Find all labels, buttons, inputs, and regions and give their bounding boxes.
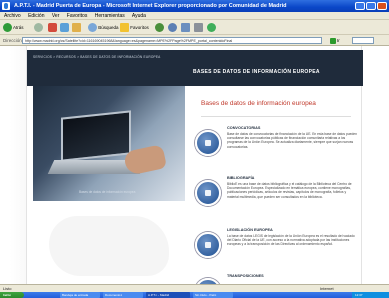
print-icon [194,23,203,32]
refresh-button[interactable] [60,23,69,32]
go-button[interactable]: Ir [330,36,346,45]
messenger-icon [207,23,216,32]
media-button[interactable] [155,23,164,32]
favorites-label: Favoritos [130,25,149,30]
entry-title[interactable]: BIBLIOGRAFÍA [227,176,357,181]
forward-arrow-icon [34,23,43,32]
menu-ver[interactable]: Ver [52,13,60,19]
entry-body: CONVOCATORIAS Base de datos de convocato… [227,126,357,149]
task-button[interactable]: Bandeja de entrada [60,292,100,298]
laptop-screen [61,110,131,162]
address-bar: Dirección http://www.madrid.org/cs/Satel… [0,35,389,46]
search-icon [88,23,97,32]
entry-text: La base de datos LEGIS de legislación de… [227,234,355,247]
back-arrow-icon [3,23,12,32]
address-input[interactable]: http://www.madrid.org/cs/Satellite?cid=1… [22,37,322,44]
taskbar: Inicio Bandeja de entrada Documento1 A.P… [0,292,389,298]
stop-icon [48,23,57,32]
toolbar: Atrás Búsqueda Favoritos [0,20,389,35]
menu-herramientas[interactable]: Herramientas [95,13,125,19]
hero-image: Bases de datos de información europea [33,86,185,201]
entry-title[interactable]: CONVOCATORIAS [227,126,357,131]
media-icon [155,23,164,32]
home-button[interactable] [72,23,81,32]
title-bar: A.P.T.I. - Madrid Puerta de Europa - Mic… [0,0,389,12]
header-title: BASES DE DATOS DE INFORMACIÓN EUROPEA [193,69,320,75]
convocatorias-icon[interactable] [195,130,221,156]
messenger-button[interactable] [207,23,216,32]
clock[interactable]: 12:37 [355,293,363,297]
task-button[interactable]: Documento1 [103,292,143,298]
back-button[interactable]: Atrás [3,23,24,32]
favorites-button[interactable]: Favoritos [120,23,149,32]
print-button[interactable] [194,23,203,32]
menu-favoritos[interactable]: Favoritos [67,13,88,19]
browser-window: A.P.T.I. - Madrid Puerta de Europa - Mic… [0,0,389,298]
ie-icon [2,2,10,10]
entry-text: BiblioE es una base de datos bibliográfi… [227,182,352,199]
entry-title[interactable]: LEGISLACIÓN EUROPEA [227,228,357,233]
home-icon [72,23,81,32]
back-label: Atrás [13,25,24,30]
minimize-button[interactable] [355,2,365,10]
title-divider [201,116,351,117]
menu-archivo[interactable]: Archivo [4,13,21,19]
entry-body: LEGISLACIÓN EUROPEA La base de datos LEG… [227,228,357,247]
site-header: SERVICIOS > RECURSOS > BASES DE DATOS DE… [27,50,363,86]
history-button[interactable] [168,23,177,32]
toolbar-search-input[interactable] [352,37,374,44]
maximize-button[interactable] [366,2,376,10]
forward-button[interactable] [34,23,43,32]
go-arrow-icon [330,37,336,44]
hero-caption: Bases de datos de información europea [79,190,136,194]
refresh-icon [60,23,69,32]
entry-body: BIBLIOGRAFÍA BiblioE es una base de dato… [227,176,357,199]
mail-button[interactable] [181,23,190,32]
legislacion-icon[interactable] [195,232,221,258]
system-tray: 12:37 [352,292,389,298]
go-label: Ir [337,38,340,43]
entry-body: TRANSPOSICIONES [227,274,357,280]
history-icon [168,23,177,32]
window-title: A.P.T.I. - Madrid Puerta de Europa - Mic… [14,3,287,9]
entry-text: Base de datos de convocatorias de financ… [227,132,357,149]
europe-map-watermark [49,216,169,276]
content-title: Bases de datos de información europea [201,100,316,107]
start-button[interactable]: Inicio [0,292,24,298]
menu-ayuda[interactable]: Ayuda [132,13,146,19]
mail-icon [181,23,190,32]
search-label: Búsqueda [98,25,119,30]
task-button[interactable]: Sin título - Paint [193,292,233,298]
bibliografia-icon[interactable] [195,180,221,206]
menu-bar: Archivo Edición Ver Favoritos Herramient… [0,12,389,20]
search-button[interactable]: Búsqueda [88,23,119,32]
breadcrumb[interactable]: SERVICIOS > RECURSOS > BASES DE DATOS DE… [33,55,160,59]
menu-edicion[interactable]: Edición [28,13,44,19]
site-page: SERVICIOS > RECURSOS > BASES DE DATOS DE… [26,46,363,284]
main-content: Bases de datos de información europea CO… [189,86,359,284]
task-button-active[interactable]: A.P.T.I. - Madrid [146,292,190,298]
status-text: Listo [3,286,12,291]
stop-button[interactable] [48,23,57,32]
status-bar: Listo Internet [0,284,389,292]
entry-title[interactable]: TRANSPOSICIONES [227,274,357,279]
star-icon [120,23,129,32]
close-button[interactable] [377,2,387,10]
address-label: Dirección [3,38,22,43]
page-viewport: SERVICIOS > RECURSOS > BASES DE DATOS DE… [0,46,389,284]
